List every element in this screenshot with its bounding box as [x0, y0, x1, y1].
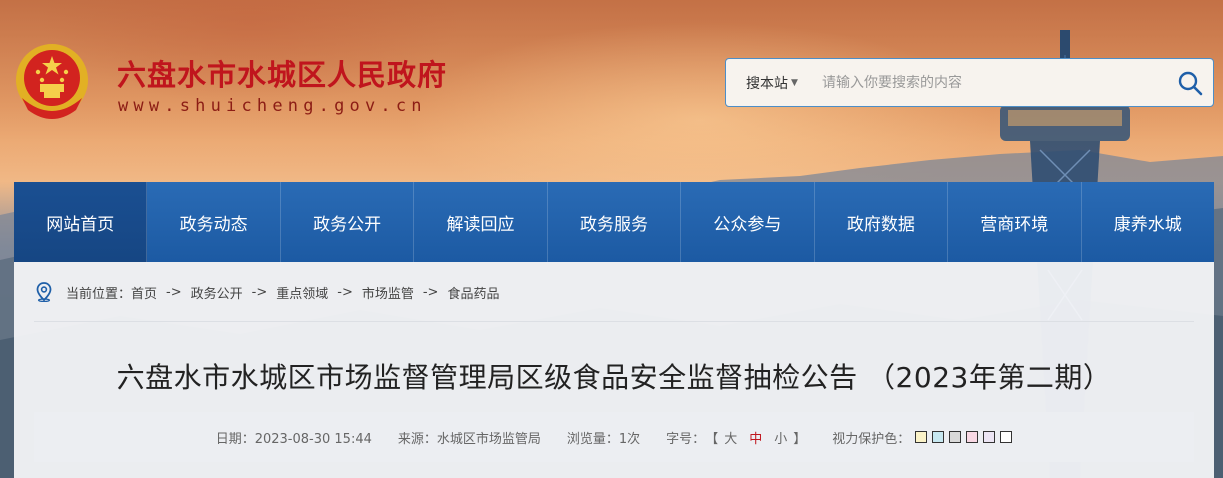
breadcrumb-home[interactable]: 首页	[131, 283, 157, 302]
nav-item-home[interactable]: 网站首页	[14, 182, 148, 262]
breadcrumb-separator: ->	[337, 284, 353, 300]
article-source: 来源：水城区市场监管局	[397, 431, 541, 447]
font-size-large-button[interactable]: 大	[724, 428, 737, 447]
eye-care-swatch-yellow[interactable]	[915, 431, 928, 443]
eye-care-label: 视力保护色：	[832, 431, 911, 447]
article-title: 六盘水市水城区市场监督管理局区级食品安全监督抽检公告 （2023年第二期）	[116, 361, 1112, 394]
search-box: 搜本站 ▼	[725, 58, 1214, 107]
eye-care-control: 视力保护色：	[832, 428, 1013, 447]
nav-item-disclosure[interactable]: 政务公开	[280, 182, 415, 262]
content-panel: 当前位置： 首页 -> 政务公开 -> 重点领域 -> 市场监管 -> 食品药品…	[14, 262, 1214, 478]
breadcrumb-food-drugs[interactable]: 食品药品	[447, 283, 499, 302]
nav-item-participation[interactable]: 公众参与	[681, 182, 815, 262]
font-size-bracket-close: 】	[793, 431, 807, 447]
breadcrumb: 当前位置： 首页 -> 政务公开 -> 重点领域 -> 市场监管 -> 食品药品	[34, 282, 499, 302]
article-date: 日期：2023-08-30 15:44	[215, 431, 372, 447]
eye-care-swatch-white[interactable]	[1000, 431, 1013, 443]
article-meta-bar: 日期：2023-08-30 15:44 来源：水城区市场监管局 浏览量：1次 字…	[34, 412, 1194, 462]
article-views: 浏览量：1次	[566, 431, 641, 447]
nav-item-news[interactable]: 政务动态	[147, 182, 281, 262]
nav-item-services[interactable]: 政务服务	[547, 182, 682, 262]
font-size-control: 字号： 【 大 中 小 】	[666, 428, 806, 447]
breadcrumb-separator: ->	[251, 284, 268, 300]
national-emblem-icon	[16, 44, 88, 119]
font-size-medium-button[interactable]: 中	[749, 428, 762, 447]
divider	[34, 321, 1194, 322]
nav-item-data[interactable]: 政府数据	[814, 182, 949, 262]
eye-care-swatch-pink[interactable]	[966, 431, 979, 443]
font-size-bracket-open: 【	[705, 431, 719, 447]
search-icon	[1178, 71, 1203, 95]
breadcrumb-key-areas[interactable]: 重点领域	[276, 283, 328, 302]
chevron-down-icon: ▼	[791, 77, 798, 88]
nav-item-interpretation[interactable]: 解读回应	[414, 182, 548, 262]
breadcrumb-separator: ->	[422, 284, 439, 300]
search-scope-label: 搜本站	[746, 75, 788, 92]
eye-care-swatch-gray[interactable]	[949, 431, 962, 443]
eye-care-swatch-lavender[interactable]	[983, 431, 996, 443]
font-size-label: 字号：	[666, 431, 706, 447]
nav-item-business[interactable]: 营商环境	[948, 182, 1082, 262]
search-input[interactable]	[822, 59, 1167, 106]
search-button[interactable]	[1167, 60, 1213, 106]
eye-care-swatch-blue[interactable]	[932, 431, 945, 443]
breadcrumb-separator: ->	[166, 284, 182, 300]
nav-item-wellness[interactable]: 康养水城	[1081, 182, 1214, 262]
main-nav: 网站首页 政务动态 政务公开 解读回应 政务服务 公众参与 政府数据 营商环境 …	[14, 182, 1214, 262]
breadcrumb-market-supervision[interactable]: 市场监管	[362, 283, 414, 302]
breadcrumb-prefix: 当前位置：	[66, 286, 132, 302]
site-title: 六盘水市水城区人民政府	[117, 58, 448, 92]
font-size-small-button[interactable]: 小	[774, 428, 787, 447]
search-scope-dropdown[interactable]: 搜本站 ▼	[726, 73, 822, 93]
site-url: www.shuicheng.gov.cn	[118, 96, 427, 116]
location-pin-icon	[36, 282, 52, 302]
breadcrumb-disclosure[interactable]: 政务公开	[191, 283, 243, 302]
